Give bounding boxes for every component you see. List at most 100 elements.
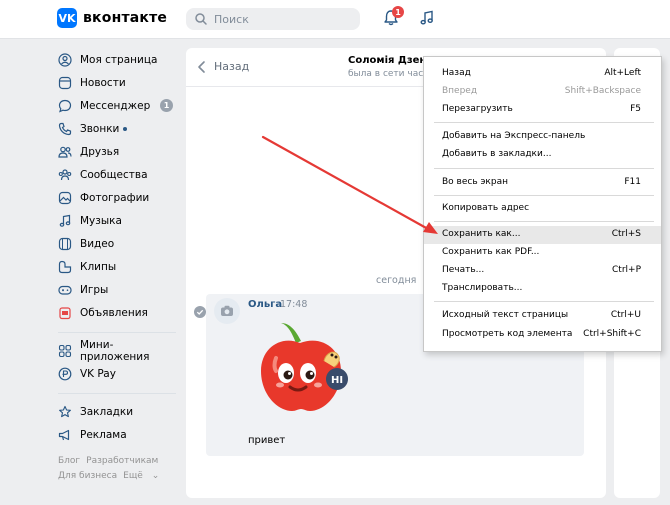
footer-link-business[interactable]: Для бизнеса [58,471,117,481]
check-circle-icon[interactable] [194,306,206,318]
sidebar-item-label: Игры [80,283,109,296]
menu-item-shortcut: Alt+Left [604,68,641,78]
menu-item-label: Добавить на Экспресс-панель [442,131,586,141]
sidebar-item-news[interactable]: Новости [58,71,178,94]
menu-separator [434,301,654,302]
sidebar-item-label: Моя страница [80,53,158,66]
menu-item-label: Транслировать... [442,283,523,293]
sidebar-item-bookmarks[interactable]: Закладки [58,400,178,423]
sidebar-item-label: Видео [80,237,115,250]
sidebar-item-advertising[interactable]: Реклама [58,423,178,446]
sidebar-item-label: Новости [80,76,126,89]
menu-item-inspect-element[interactable]: Просмотреть код элемента Ctrl+Shift+C [424,326,661,344]
menu-item-copy-address[interactable]: Копировать адрес [424,200,661,218]
back-button[interactable]: Назад [214,60,249,73]
date-divider: сегодня [376,275,417,286]
menu-item-label: Сохранить как... [442,229,521,239]
communities-icon [58,168,72,180]
megaphone-icon [58,429,70,440]
user-circle-icon [58,52,72,67]
menu-item-shortcut: Ctrl+S [611,229,641,239]
sidebar-footer: Блог Разработчикам Для бизнеса Ещё ⌄ [58,454,178,484]
menu-item-label: Исходный текст страницы [442,310,569,320]
menu-item-label: Назад [442,68,471,78]
menu-separator [434,221,654,222]
sidebar-item-ads[interactable]: Объявления [58,301,178,324]
footer-link-blog[interactable]: Блог [58,456,80,466]
apps-icon [58,344,72,357]
sidebar-item-label: Фотографии [80,191,150,204]
gamepad-icon [58,285,72,295]
music-icon [59,214,71,227]
footer-link-developers[interactable]: Разработчикам [86,456,158,466]
apple-sticker-image[interactable]: HI [246,313,356,423]
sidebar-item-photos[interactable]: Фотографии [58,186,178,209]
menu-item-label: Вперед [442,86,478,96]
menu-item-view-source[interactable]: Исходный текст страницы Ctrl+U [424,307,661,325]
sidebar-item-friends[interactable]: Друзья [58,140,178,163]
menu-item-shortcut: Shift+Backspace [564,86,641,96]
clips-icon [58,260,72,273]
menu-item-add-bookmark[interactable]: Добавить в закладки... [424,146,661,164]
sidebar-item-mini-apps[interactable]: Мини-приложения [58,339,178,363]
notifications-badge: 1 [392,6,404,18]
menu-item-label: Сохранить как PDF... [442,247,540,257]
menu-item-label: Копировать адрес [442,203,530,213]
menu-item-label: Во весь экран [442,177,508,187]
sidebar-item-label: Сообщества [80,168,148,181]
friends-icon [58,146,72,158]
sidebar-item-label: Закладки [80,405,134,418]
message-author[interactable]: Ольга [248,299,282,310]
sidebar-divider [58,393,176,394]
sidebar-item-my-page[interactable]: Моя страница [58,48,178,71]
menu-item-label: Перезагрузить [442,104,513,114]
menu-item-save-pdf[interactable]: Сохранить как PDF... [424,244,661,262]
menu-item-reload[interactable]: Перезагрузить F5 [424,101,661,119]
sidebar-item-calls[interactable]: Звонки [58,117,178,140]
sidebar-item-label: Реклама [80,428,127,441]
menu-item-label: Добавить в закладки... [442,149,552,159]
menu-item-shortcut: F5 [630,104,641,114]
sidebar-item-label: Друзья [80,145,120,158]
menu-separator [434,122,654,123]
sticker-hi-badge: HI [331,375,343,386]
footer-more-label: Ещё [123,471,143,481]
star-icon [59,405,71,417]
menu-item-add-speed-dial[interactable]: Добавить на Экспресс-панель [424,128,661,146]
menu-item-cast[interactable]: Транслировать... [424,280,661,298]
chat-contact-name[interactable]: Соломія Дзенд [348,55,434,66]
sidebar-item-music[interactable]: Музыка [58,209,178,232]
menu-item-save-as[interactable]: Сохранить как... Ctrl+S [424,226,661,244]
vk-logo[interactable]: VK вконтакте [57,8,167,28]
search-input[interactable] [212,11,356,27]
avatar[interactable] [214,298,240,324]
sidebar-item-messenger[interactable]: Мессенджер 1 [58,94,178,117]
chevron-left-icon[interactable] [196,60,208,74]
footer-link-more[interactable]: Ещё ⌄ [123,471,165,481]
chevron-down-icon: ⌄ [151,471,160,481]
sidebar-item-communities[interactable]: Сообщества [58,163,178,186]
sidebar-item-label: Звонки [80,122,120,135]
sidebar-divider [58,332,176,333]
search-icon [195,13,207,25]
menu-item-fullscreen[interactable]: Во весь экран F11 [424,174,661,192]
menu-item-forward[interactable]: Вперед Shift+Backspace [424,83,661,101]
vk-logo-icon: VK [57,8,77,28]
sidebar-item-label: Музыка [80,214,122,227]
sidebar-item-video[interactable]: Видео [58,232,178,255]
sidebar-item-vk-pay[interactable]: VK Pay [58,362,178,385]
search-box[interactable] [186,8,360,30]
sidebar-item-label: Объявления [80,306,148,319]
left-sidebar: Моя страница Новости Мессенджер 1 Звонки… [58,48,178,484]
sidebar-item-games[interactable]: Игры [58,278,178,301]
logo-text: вконтакте [83,10,168,26]
menu-item-label: Просмотреть код элемента [442,329,573,339]
music-icon[interactable] [418,9,436,27]
vkpay-icon [58,367,72,380]
menu-item-print[interactable]: Печать... Ctrl+P [424,262,661,280]
ads-icon [59,306,71,319]
sidebar-item-clips[interactable]: Клипы [58,255,178,278]
message-time: 17:48 [280,299,308,310]
messenger-count-badge: 1 [160,99,173,112]
menu-item-back[interactable]: Назад Alt+Left [424,65,661,83]
